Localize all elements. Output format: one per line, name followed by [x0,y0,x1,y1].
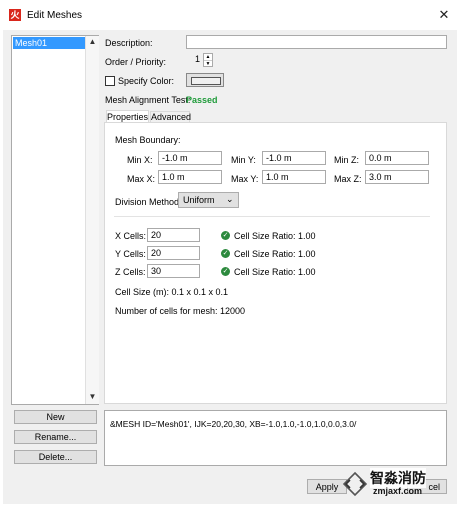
division-method-label: Division Method: [115,197,182,207]
watermark-url: zmjaxf.com [373,486,423,496]
color-picker-button[interactable] [186,73,224,87]
alignment-status: Passed [186,95,218,105]
watermark: 智淼消防 zmjaxf.com [340,468,450,500]
cell-size-text: Cell Size (m): 0.1 x 0.1 x 0.1 [115,287,229,297]
new-button[interactable]: New [14,410,97,424]
order-stepper[interactable]: ▲ ▼ [203,53,213,67]
chevron-down-icon[interactable]: ▼ [86,391,99,403]
mesh-boundary-label: Mesh Boundary: [115,135,181,145]
color-swatch [191,77,221,85]
y-cell-ratio: Cell Size Ratio: 1.00 [234,249,316,259]
min-z-label: Min Z: [334,155,360,165]
fds-output-text[interactable]: &MESH ID='Mesh01', IJK=20,20,30, XB=-1.0… [104,410,447,466]
check-circle-icon: ✓ [221,249,230,258]
window-title: Edit Meshes [27,10,83,21]
title-bar: 火 Edit Meshes ✕ [0,0,460,30]
delete-button[interactable]: Delete... [14,450,97,464]
tab-advanced[interactable]: Advanced [150,111,191,122]
alignment-label: Mesh Alignment Test: [105,95,191,105]
chevron-up-icon[interactable]: ▲ [204,54,212,61]
x-cells-label: X Cells: [115,231,147,241]
x-cells-field[interactable]: 20 [147,228,200,242]
check-circle-icon: ✓ [221,231,230,240]
description-input[interactable] [186,35,447,49]
z-cells-label: Z Cells: [115,267,146,277]
y-cells-label: Y Cells: [115,249,146,259]
chevron-up-icon[interactable]: ▲ [86,36,99,48]
max-x-label: Max X: [127,174,156,184]
min-z-field[interactable]: 0.0 m [365,151,429,165]
division-method-value: Uniform [183,195,215,205]
rename-button[interactable]: Rename... [14,430,97,444]
mesh-list[interactable]: Mesh01 ▲ ▼ [11,35,99,405]
watermark-logo-icon [342,471,368,497]
y-cells-field[interactable]: 20 [147,246,200,260]
max-x-field[interactable]: 1.0 m [158,170,222,184]
chevron-down-icon[interactable]: ▼ [204,61,212,67]
max-y-field[interactable]: 1.0 m [262,170,326,184]
z-cells-field[interactable]: 30 [147,264,200,278]
order-value[interactable]: 1 [186,53,202,67]
divider [114,216,430,217]
app-logo-icon: 火 [9,9,21,21]
check-circle-icon: ✓ [221,267,230,276]
min-y-label: Min Y: [231,155,256,165]
specify-color-checkbox[interactable] [105,76,115,86]
num-cells-text: Number of cells for mesh: 12000 [115,306,246,316]
list-item[interactable]: Mesh01 [13,37,85,49]
min-x-label: Min X: [127,155,153,165]
x-cell-ratio: Cell Size Ratio: 1.00 [234,231,316,241]
description-label: Description: [105,38,153,48]
min-x-field[interactable]: -1.0 m [158,151,222,165]
scrollbar[interactable]: ▲ ▼ [85,36,99,404]
division-method-select[interactable]: Uniform ⌄ [178,192,239,208]
max-z-field[interactable]: 3.0 m [365,170,429,184]
max-z-label: Max Z: [334,174,362,184]
watermark-text: 智淼消防 [370,468,426,488]
order-label: Order / Priority: [105,57,167,67]
close-icon[interactable]: ✕ [435,6,453,24]
min-y-field[interactable]: -1.0 m [262,151,326,165]
z-cell-ratio: Cell Size Ratio: 1.00 [234,267,316,277]
specify-color-label: Specify Color: [118,76,175,86]
max-y-label: Max Y: [231,174,259,184]
chevron-down-icon: ⌄ [226,194,234,204]
